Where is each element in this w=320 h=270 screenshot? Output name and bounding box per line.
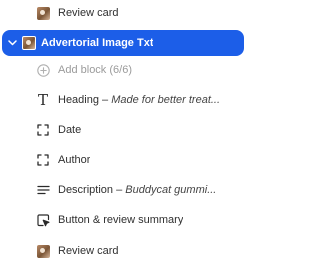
block-item-description[interactable]: Description – Buddycat gummi... xyxy=(0,175,245,205)
image-thumbnail-icon xyxy=(36,244,50,258)
chevron-down-icon[interactable] xyxy=(7,36,17,50)
section-tree-panel: Review card Advertorial Image Txt Add bl… xyxy=(0,0,245,270)
add-block-button[interactable]: Add block (6/6) xyxy=(0,55,245,85)
tree-item-label: Review card xyxy=(58,7,119,19)
image-thumbnail-icon xyxy=(36,6,50,20)
add-block-label: Add block (6/6) xyxy=(58,64,132,76)
block-item-date[interactable]: Date xyxy=(0,115,245,145)
dashed-square-icon xyxy=(36,123,50,137)
tree-item-review-card-top[interactable]: Review card xyxy=(0,0,245,28)
block-separator: – xyxy=(98,94,112,106)
block-type: Review card xyxy=(58,245,119,257)
block-item-heading[interactable]: T Heading – Made for better treat... xyxy=(0,85,245,115)
block-detail: Made for better treat... xyxy=(111,94,221,106)
block-item-review-card[interactable]: Review card xyxy=(0,236,245,266)
section-advertorial-image-txt[interactable]: Advertorial Image Txt xyxy=(2,30,244,56)
block-type: Heading xyxy=(58,94,99,106)
block-item-button-review-summary[interactable]: Button & review summary xyxy=(0,205,245,235)
block-type: Description xyxy=(58,184,114,196)
plus-circle-icon xyxy=(36,63,50,77)
block-separator: – xyxy=(113,184,126,196)
dashed-square-icon xyxy=(36,153,50,167)
cursor-click-icon xyxy=(36,213,50,227)
block-detail: Buddycat gummi... xyxy=(125,184,217,196)
image-thumbnail-icon xyxy=(22,36,36,50)
block-type: Button & review summary xyxy=(58,214,184,226)
section-title: Advertorial Image Txt xyxy=(41,37,154,49)
block-type: Date xyxy=(58,124,82,136)
block-type: Author xyxy=(58,154,91,166)
text-t-icon: T xyxy=(37,91,48,109)
block-item-author[interactable]: Author xyxy=(0,145,245,175)
paragraph-lines-icon xyxy=(36,183,50,197)
